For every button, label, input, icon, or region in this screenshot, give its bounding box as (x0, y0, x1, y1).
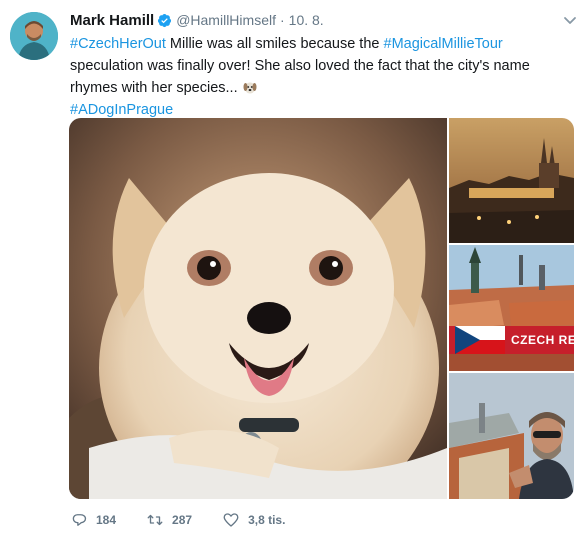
tweet-text: #CzechHerOut Millie was all smiles becau… (70, 33, 570, 121)
like-button[interactable]: 3,8 tis. (222, 511, 285, 529)
chevron-down-icon[interactable] (562, 12, 578, 28)
tweet-text-part2: speculation was finally over! She also l… (70, 58, 530, 96)
retweet-count: 287 (172, 513, 193, 527)
banner-text: CZECH RE (511, 333, 574, 347)
reply-count: 184 (96, 513, 117, 527)
tweet-date[interactable]: 10. 8. (289, 12, 324, 28)
tweet-actions: 184 287 3,8 tis. (70, 508, 315, 532)
like-icon (223, 513, 239, 527)
retweet-icon (147, 514, 163, 526)
author-handle[interactable]: @HamillHimself (176, 12, 276, 28)
verified-badge-icon (157, 13, 172, 28)
retweet-button[interactable]: 287 (146, 511, 192, 529)
tweet: Mark Hamill @HamillHimself · 10. 8. #Cze… (0, 0, 586, 538)
avatar[interactable] (10, 12, 58, 60)
photo-mark-hamill-prague[interactable] (449, 373, 574, 499)
tweet-text-part1: Millie was all smiles because the (165, 36, 384, 52)
photo-dog[interactable] (69, 118, 447, 499)
media-grid: CZECH RE (69, 118, 574, 499)
like-count: 3,8 tis. (248, 513, 286, 527)
reply-icon (72, 514, 87, 526)
czech-banner: CZECH RE (449, 326, 574, 354)
author-name[interactable]: Mark Hamill (70, 12, 154, 29)
reply-button[interactable]: 184 (70, 511, 116, 529)
photo-prague-rooftops[interactable]: CZECH RE (449, 245, 574, 371)
hashtag-adoginprague[interactable]: #ADogInPrague (70, 102, 173, 118)
photo-prague-castle[interactable] (449, 118, 574, 243)
dog-emoji-icon (242, 79, 258, 95)
separator-dot: · (279, 12, 285, 28)
tweet-header: Mark Hamill @HamillHimself · 10. 8. (70, 10, 324, 30)
hashtag-czechherout[interactable]: #CzechHerOut (70, 36, 166, 52)
hashtag-magicalmillietour[interactable]: #MagicalMillieTour (384, 36, 503, 52)
